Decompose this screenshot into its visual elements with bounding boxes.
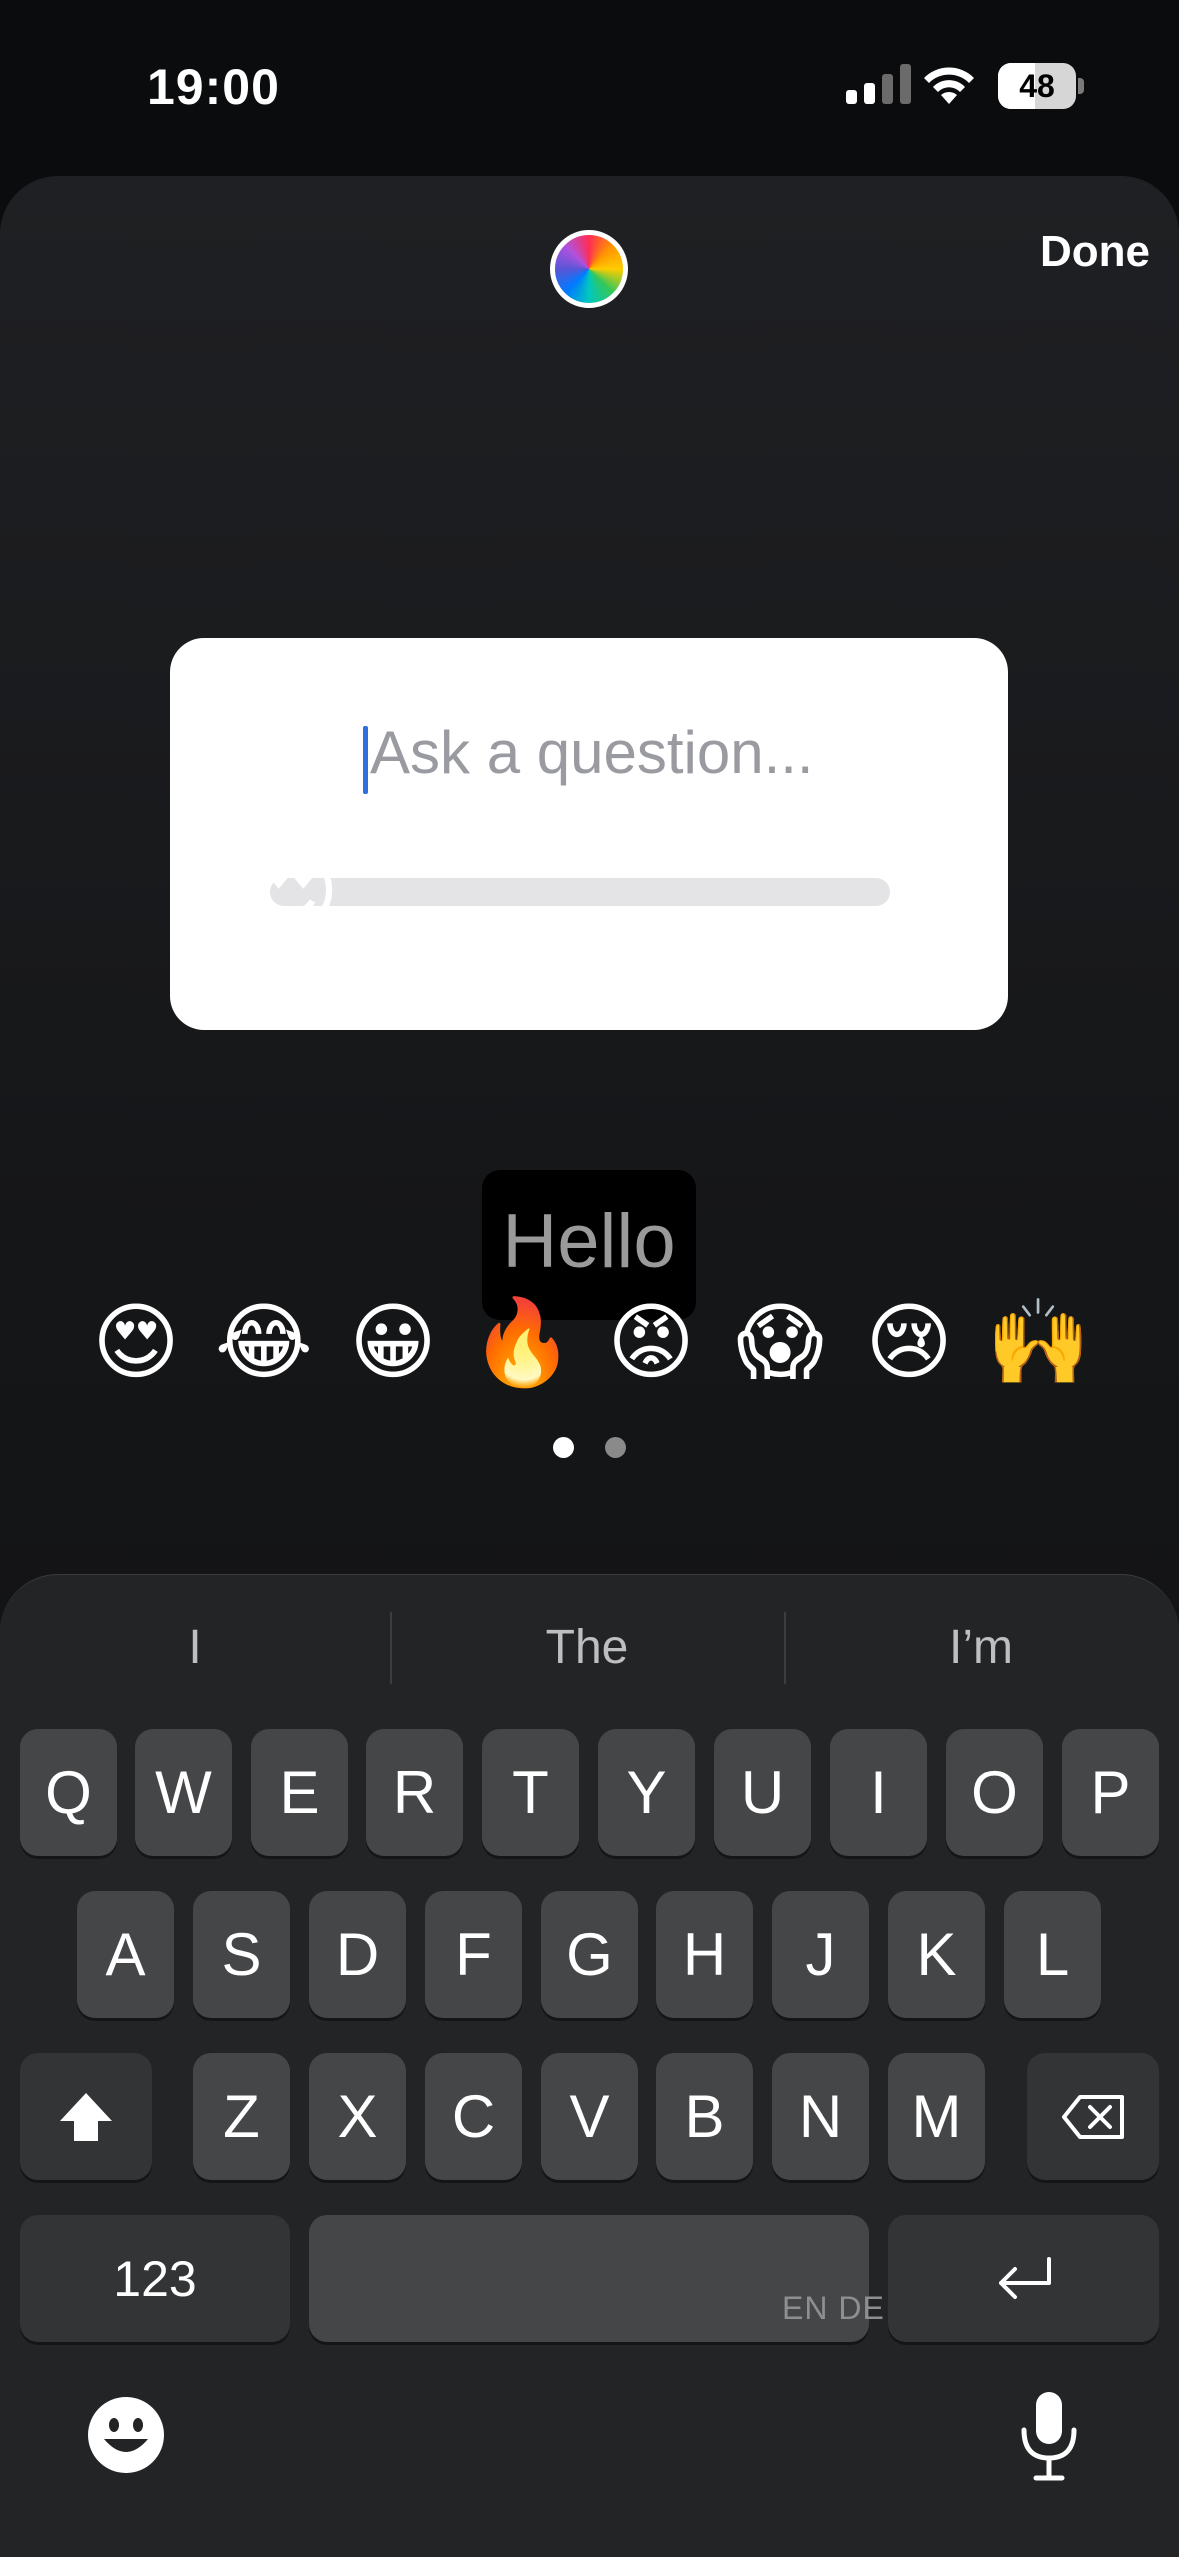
shift-icon <box>60 2092 112 2141</box>
key-g[interactable]: G <box>541 1891 638 2018</box>
key-u[interactable]: U <box>714 1729 811 1856</box>
emoji-option[interactable]: 😢 <box>857 1290 961 1394</box>
cellular-signal-icon <box>846 64 911 104</box>
return-key[interactable] <box>888 2215 1159 2342</box>
shift-key[interactable] <box>20 2053 152 2180</box>
slider-emoji-thumb[interactable]: 😍 <box>235 836 347 948</box>
key-n[interactable]: N <box>772 2053 869 2180</box>
emoji-slider-sticker[interactable]: Ask a question... 😍 <box>170 638 1008 1030</box>
key-m[interactable]: M <box>888 2053 985 2180</box>
emoji-option[interactable]: 😱 <box>728 1290 832 1394</box>
key-b[interactable]: B <box>656 2053 753 2180</box>
page-dot[interactable] <box>605 1437 626 1458</box>
key-q[interactable]: Q <box>20 1729 117 1856</box>
space-language-label: EN DE <box>782 2290 885 2326</box>
emoji-face-icon[interactable] <box>86 2395 166 2475</box>
key-z[interactable]: Z <box>193 2053 290 2180</box>
key-d[interactable]: D <box>309 1891 406 2018</box>
key-i[interactable]: I <box>830 1729 927 1856</box>
prediction-2[interactable]: The <box>392 1608 782 1688</box>
key-s[interactable]: S <box>193 1891 290 2018</box>
battery-tip <box>1078 78 1084 94</box>
microphone-icon[interactable] <box>1014 2388 1084 2484</box>
return-icon <box>998 2256 1051 2299</box>
done-button[interactable]: Done <box>1000 222 1150 282</box>
key-f[interactable]: F <box>425 1891 522 2018</box>
key-p[interactable]: P <box>1062 1729 1159 1856</box>
question-input[interactable]: Ask a question... <box>370 718 814 787</box>
key-w[interactable]: W <box>135 1729 232 1856</box>
emoji-option[interactable]: 🔥 <box>470 1290 575 1394</box>
key-t[interactable]: T <box>482 1729 579 1856</box>
key-o[interactable]: O <box>946 1729 1043 1856</box>
numbers-key[interactable]: 123 <box>20 2215 290 2342</box>
slider-track[interactable] <box>270 878 890 906</box>
text-sticker[interactable]: Hello <box>482 1198 696 1285</box>
emoji-option[interactable]: 😡 <box>599 1290 703 1394</box>
key-r[interactable]: R <box>366 1729 463 1856</box>
page-indicator <box>553 1437 626 1458</box>
key-a[interactable]: A <box>77 1891 174 2018</box>
wifi-icon <box>924 67 974 104</box>
emoji-option[interactable]: 😀 <box>341 1290 445 1394</box>
battery-level: 48 <box>1019 68 1055 104</box>
prediction-3[interactable]: I’m <box>786 1608 1176 1688</box>
key-h[interactable]: H <box>656 1891 753 2018</box>
emoji-option[interactable]: 😂 <box>212 1290 316 1394</box>
key-e[interactable]: E <box>251 1729 348 1856</box>
backspace-key[interactable] <box>1027 2053 1159 2180</box>
key-j[interactable]: J <box>772 1891 869 2018</box>
text-cursor <box>363 726 368 794</box>
key-k[interactable]: K <box>888 1891 985 2018</box>
battery-icon: 48 <box>998 63 1076 109</box>
key-v[interactable]: V <box>541 2053 638 2180</box>
key-l[interactable]: L <box>1004 1891 1101 2018</box>
key-x[interactable]: X <box>309 2053 406 2180</box>
emoji-option[interactable]: 😍 <box>84 1290 188 1394</box>
key-y[interactable]: Y <box>598 1729 695 1856</box>
key-c[interactable]: C <box>425 2053 522 2180</box>
status-time: 19:00 <box>147 59 280 115</box>
page-dot-active[interactable] <box>553 1437 574 1458</box>
prediction-1[interactable]: I <box>0 1608 390 1688</box>
backspace-icon <box>1062 2094 1124 2139</box>
emoji-option[interactable]: 🙌 <box>986 1290 1091 1394</box>
color-picker-icon[interactable] <box>550 230 628 308</box>
